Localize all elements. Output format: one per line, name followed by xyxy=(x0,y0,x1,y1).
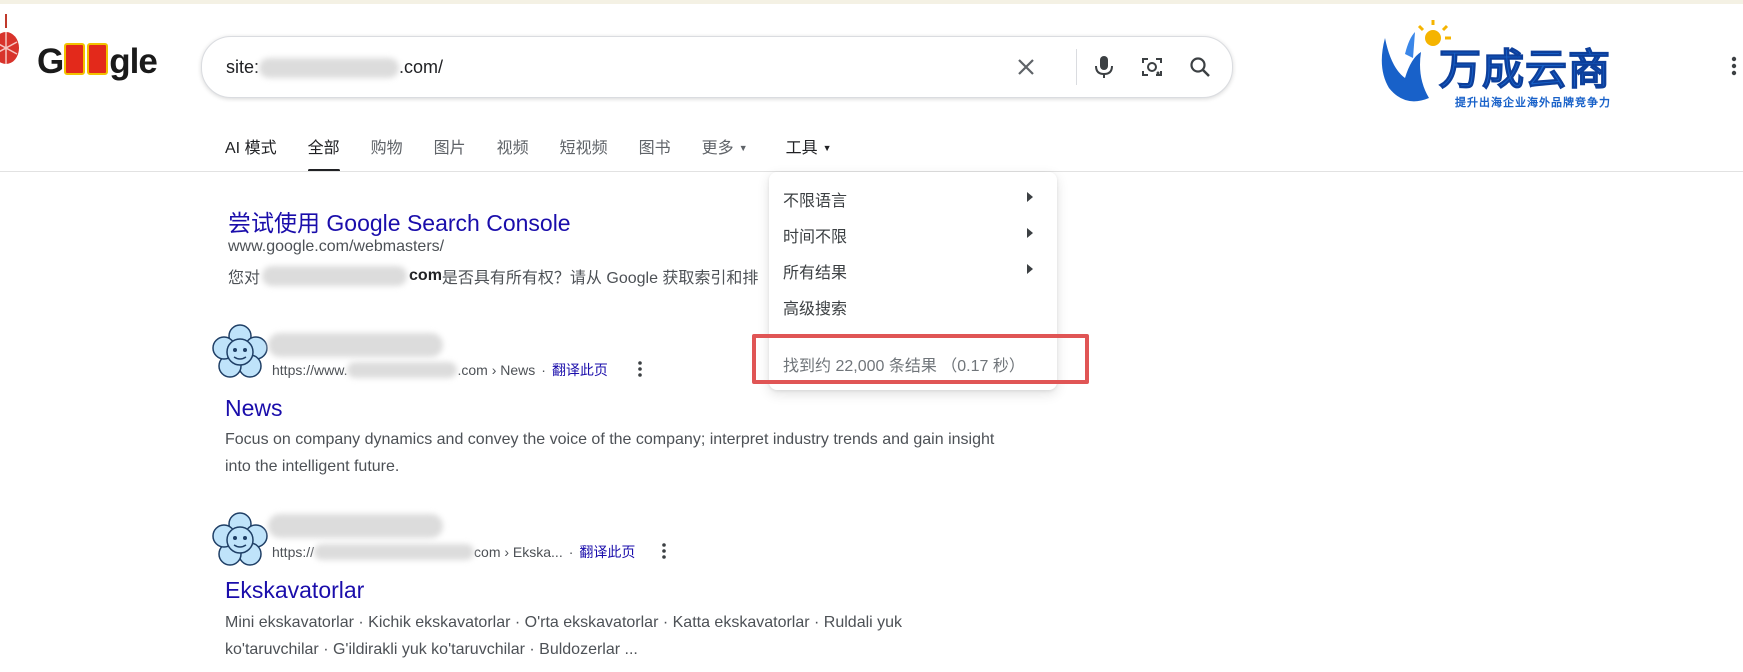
search-divider xyxy=(1076,49,1077,85)
translate-link[interactable]: 翻译此页 xyxy=(552,360,608,380)
cite-text: https:// xyxy=(272,544,315,560)
menu-item-label: 所有结果 xyxy=(783,265,848,282)
result-title[interactable]: Ekskavatorlar xyxy=(225,577,364,604)
cite-text: com › Ekska... xyxy=(474,544,563,560)
logo-doodle-o: o xyxy=(64,43,86,75)
brand-tagline: 提升出海企业海外品牌竞争力 xyxy=(1455,97,1611,109)
search-tabs: AI 模式 全部 购物 图片 视频 短视频 图书 更多 ▼ 工具 ▼ xyxy=(225,134,863,172)
top-border xyxy=(0,0,1743,4)
snippet-text: 您对 xyxy=(228,270,261,287)
tab-label: 工具 xyxy=(785,140,818,157)
result-snippet: Focus on company dynamics and convey the… xyxy=(225,431,995,475)
site-favicon-icon[interactable] xyxy=(212,324,268,380)
tab-label: AI 模式 xyxy=(225,140,277,157)
result-cite: https://www. .com › News · 翻译此页 xyxy=(272,360,608,380)
search-box[interactable]: site: .com/ xyxy=(201,36,1233,98)
logo-doodle-o: o xyxy=(87,43,109,75)
tab-shopping[interactable]: 购物 xyxy=(371,134,403,170)
cite-text: https://www. xyxy=(272,362,348,378)
caret-right-icon xyxy=(1027,228,1033,238)
menu-item-results[interactable]: 所有结果 xyxy=(783,259,1043,283)
more-options-icon[interactable] xyxy=(1731,56,1737,76)
redacted-domain xyxy=(347,362,458,378)
cite-separator: · xyxy=(541,362,546,378)
redacted-domain xyxy=(262,266,408,286)
camera-lens-icon[interactable] xyxy=(1136,51,1168,83)
result-cite: https:// com › Ekska... · 翻译此页 xyxy=(272,542,635,562)
menu-item-time[interactable]: 时间不限 xyxy=(783,223,1043,247)
tab-images[interactable]: 图片 xyxy=(434,134,466,170)
menu-item-advanced-search[interactable]: 高级搜索 xyxy=(783,295,1043,319)
tab-label: 全部 xyxy=(307,140,340,157)
tab-label: 购物 xyxy=(370,140,403,157)
result-url: www.google.com/webmasters/ xyxy=(228,238,445,255)
result-title[interactable]: News xyxy=(225,395,283,422)
clear-icon[interactable] xyxy=(1010,51,1042,83)
search-input[interactable]: site: .com/ xyxy=(226,57,443,78)
menu-item-label: 高级搜索 xyxy=(783,301,848,318)
highlight-box xyxy=(752,334,1089,384)
tab-label: 短视频 xyxy=(559,140,608,157)
caret-right-icon xyxy=(1027,192,1033,202)
menu-item-label: 时间不限 xyxy=(783,229,848,246)
snippet-text: 是否具有所有权？请从 Google 获取索引和排 xyxy=(441,270,759,287)
translate-link[interactable]: 翻译此页 xyxy=(579,542,635,562)
query-prefix: site: xyxy=(226,57,260,77)
tab-label: 图书 xyxy=(638,140,671,157)
result-title[interactable]: 尝试使用 Google Search Console xyxy=(228,204,571,238)
redacted-site-name xyxy=(268,333,443,357)
brand-logo: 万成云商 提升出海企业海外品牌竞争力 xyxy=(1375,18,1635,110)
site-favicon-icon[interactable] xyxy=(212,512,268,568)
redacted-domain xyxy=(259,57,400,78)
search-icon[interactable] xyxy=(1184,51,1216,83)
tab-videos[interactable]: 视频 xyxy=(497,134,529,170)
logo-letters-gle: gle xyxy=(109,42,158,81)
menu-item-language[interactable]: 不限语言 xyxy=(783,187,1043,211)
redacted-domain xyxy=(314,544,475,560)
result-menu-icon[interactable] xyxy=(630,359,650,379)
tab-short-videos[interactable]: 短视频 xyxy=(560,134,608,170)
chevron-down-icon: ▼ xyxy=(822,143,832,153)
tab-label: 更多 xyxy=(701,140,734,157)
logo-letter-g: G xyxy=(37,42,64,81)
microphone-icon[interactable] xyxy=(1088,51,1120,83)
snippet-bold: com xyxy=(409,267,442,284)
query-suffix: .com/ xyxy=(399,57,444,77)
tab-more[interactable]: 更多 ▼ xyxy=(702,134,748,170)
tab-all[interactable]: 全部 xyxy=(307,134,340,172)
doodle-ornament-icon[interactable] xyxy=(0,14,22,72)
cite-separator: · xyxy=(568,544,574,560)
redacted-site-name xyxy=(268,514,443,538)
tab-ai-mode[interactable]: AI 模式 xyxy=(225,134,277,170)
cite-text: .com › News xyxy=(457,362,536,378)
menu-item-label: 不限语言 xyxy=(783,193,848,210)
result-snippet: 您对 com 是否具有所有权？请从 Google 获取索引和排 xyxy=(228,264,758,288)
tab-label: 图片 xyxy=(433,140,466,157)
chevron-down-icon: ▼ xyxy=(738,143,748,153)
google-logo[interactable]: Google xyxy=(37,42,158,82)
tab-books[interactable]: 图书 xyxy=(639,134,671,170)
result-menu-icon[interactable] xyxy=(654,541,674,561)
tab-tools[interactable]: 工具 ▼ xyxy=(786,134,832,170)
brand-name: 万成云商 xyxy=(1438,45,1612,95)
caret-right-icon xyxy=(1027,264,1033,274)
tab-label: 视频 xyxy=(496,140,529,157)
result-snippet: Mini ekskavatorlar · Kichik ekskavatorla… xyxy=(225,614,903,658)
